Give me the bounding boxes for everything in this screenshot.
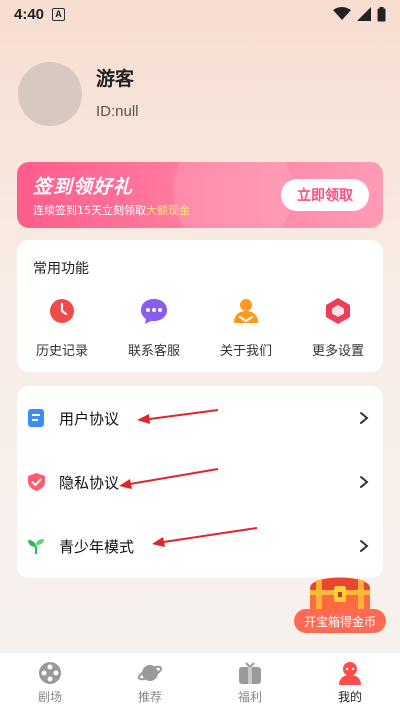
- tv-gift-icon: [237, 661, 263, 685]
- feature-label: 更多设置: [311, 344, 364, 359]
- feature-about-us[interactable]: 关于我们: [206, 296, 286, 359]
- clock-icon: [47, 296, 77, 326]
- tab-theater[interactable]: 剧场: [0, 653, 100, 710]
- bottom-tab-bar: 剧场 推荐 福利 我的: [0, 652, 400, 710]
- notification-icon: A: [52, 7, 66, 21]
- claim-now-button[interactable]: 立即领取: [281, 179, 369, 211]
- status-bar: 4:40 A: [0, 0, 400, 28]
- signin-banner[interactable]: 签到领好礼 连续签到15天立刻领取大额现金 立即领取: [17, 162, 383, 228]
- signin-subtitle-highlight: 大额现金: [146, 204, 190, 217]
- signin-title: 签到领好礼: [33, 176, 134, 198]
- username: 游客: [96, 68, 135, 90]
- list-item-privacy-agreement[interactable]: 隐私协议: [17, 450, 383, 514]
- common-features-title: 常用功能: [33, 261, 89, 277]
- list-item-label: 青少年模式: [59, 537, 135, 556]
- treasure-label[interactable]: 开宝箱得金币: [294, 609, 386, 633]
- film-reel-icon: [37, 661, 63, 685]
- wifi-icon: [333, 7, 351, 20]
- feature-customer-service[interactable]: 联系客服: [114, 296, 194, 359]
- feature-label: 联系客服: [127, 344, 180, 359]
- list-item-label: 隐私协议: [59, 473, 120, 492]
- chevron-right-icon: [360, 540, 369, 552]
- signin-subtitle: 连续签到15天立刻领取大额现金: [33, 202, 190, 218]
- list-item-label: 用户协议: [59, 409, 120, 428]
- user-icon: [337, 661, 363, 685]
- signin-subtitle-prefix: 连续签到15天立刻领取: [33, 204, 146, 217]
- signal-icon: [357, 7, 371, 21]
- tab-label: 剧场: [37, 690, 62, 704]
- sprout-icon: [27, 537, 45, 555]
- status-time: 4:40: [14, 5, 45, 23]
- settings-list-card: 用户协议 隐私协议 青少年模式: [17, 386, 383, 578]
- people-icon: [231, 296, 261, 326]
- tab-label: 我的: [337, 690, 362, 704]
- battery-icon: [377, 6, 386, 21]
- profile-header[interactable]: 游客 ID:null: [18, 62, 139, 126]
- chevron-right-icon: [360, 476, 369, 488]
- document-icon: [27, 409, 45, 427]
- feature-label: 历史记录: [35, 344, 88, 359]
- tab-recommend[interactable]: 推荐: [100, 653, 200, 710]
- feature-history[interactable]: 历史记录: [22, 296, 102, 359]
- tab-label: 推荐: [137, 690, 162, 704]
- avatar[interactable]: [18, 62, 82, 126]
- profile-info: 游客 ID:null: [96, 68, 139, 120]
- banner-decoration: [173, 162, 293, 228]
- planet-icon: [137, 661, 163, 685]
- feature-label: 关于我们: [219, 344, 272, 359]
- tab-welfare[interactable]: 福利: [200, 653, 300, 710]
- shield-check-icon: [27, 473, 45, 491]
- user-id: ID:null: [96, 103, 139, 120]
- chat-icon: [139, 296, 169, 326]
- chevron-right-icon: [360, 412, 369, 424]
- tab-label: 福利: [237, 690, 262, 704]
- common-features-card: 常用功能 历史记录 联系客服 关于我们 更多设置: [17, 240, 383, 372]
- hexagon-settings-icon: [323, 296, 353, 326]
- list-item-user-agreement[interactable]: 用户协议: [17, 386, 383, 450]
- feature-more-settings[interactable]: 更多设置: [298, 296, 378, 359]
- tab-mine[interactable]: 我的: [300, 653, 400, 710]
